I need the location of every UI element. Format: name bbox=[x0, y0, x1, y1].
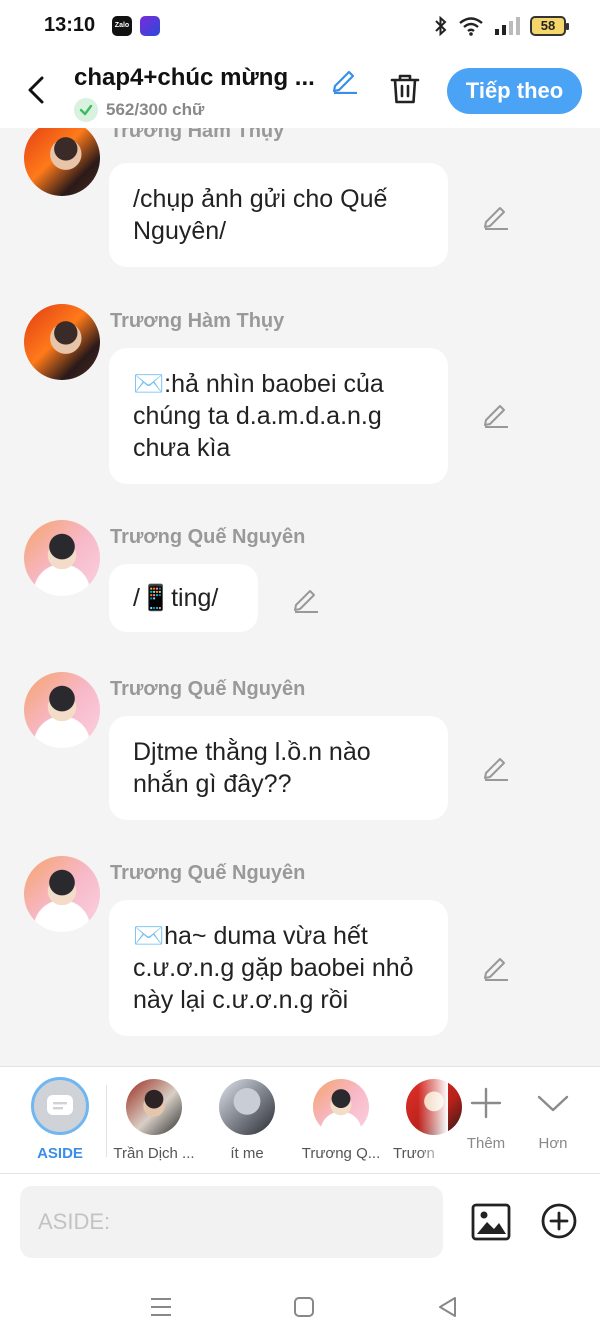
check-icon bbox=[74, 98, 98, 122]
message-bubble[interactable]: Djtme thằng l.ồ.n nào nhắn gì đây?? bbox=[109, 716, 448, 820]
word-count: 562/300 chữ bbox=[74, 98, 204, 122]
edit-title-pencil-icon[interactable] bbox=[330, 64, 360, 94]
trash-icon[interactable] bbox=[386, 70, 424, 108]
back-triangle-icon[interactable] bbox=[435, 1294, 461, 1320]
word-count-text: 562/300 chữ bbox=[106, 100, 205, 119]
status-bar: 13:10 Zalo 58 bbox=[0, 0, 600, 52]
home-square-icon[interactable] bbox=[291, 1294, 317, 1320]
scroll-fade bbox=[418, 1067, 448, 1173]
image-icon[interactable] bbox=[471, 1202, 511, 1242]
sender-name: Trương Hàm Thụy bbox=[110, 128, 285, 142]
message-bubble[interactable]: ✉️ha~ duma vừa hết c.ư.ơ.n.g gặp baobei … bbox=[109, 900, 448, 1036]
avatar[interactable] bbox=[24, 856, 100, 932]
menu-icon[interactable] bbox=[148, 1294, 174, 1320]
chevron-down-icon[interactable] bbox=[533, 1083, 573, 1123]
message-bubble[interactable]: /chụp ảnh gửi cho Quế Nguyên/ bbox=[109, 163, 448, 267]
bluetooth-icon bbox=[435, 15, 447, 37]
aside-button[interactable] bbox=[31, 1077, 89, 1135]
avatar[interactable] bbox=[24, 128, 100, 196]
next-button[interactable]: Tiếp theo bbox=[447, 68, 582, 114]
avatar[interactable] bbox=[24, 304, 100, 380]
edit-pencil-icon[interactable] bbox=[481, 751, 511, 781]
add-circle-icon[interactable] bbox=[540, 1202, 578, 1240]
app-notification-icon bbox=[140, 16, 160, 36]
sender-name: Trương Hàm Thụy bbox=[110, 310, 285, 332]
avatar[interactable] bbox=[24, 520, 100, 596]
sender-name: Trương Quế Nguyên bbox=[110, 526, 306, 548]
back-arrow-icon[interactable] bbox=[22, 72, 52, 108]
aside-chat-icon bbox=[47, 1095, 73, 1115]
plus-icon[interactable] bbox=[466, 1083, 506, 1123]
edit-pencil-icon[interactable] bbox=[481, 951, 511, 981]
edit-pencil-icon[interactable] bbox=[481, 398, 511, 428]
character-name[interactable]: ít me bbox=[207, 1145, 287, 1162]
battery-icon: 58 bbox=[530, 16, 569, 36]
signal-icon bbox=[495, 17, 520, 35]
character-avatar[interactable] bbox=[313, 1079, 369, 1135]
editor-header: chap4+chúc mừng ... 562/300 chữ Tiếp the… bbox=[0, 52, 600, 128]
more-label[interactable]: Hơn bbox=[523, 1135, 583, 1152]
wifi-icon bbox=[459, 17, 483, 36]
input-bar bbox=[0, 1174, 600, 1270]
message-bubble[interactable]: /📱ting/ bbox=[109, 564, 258, 632]
character-avatar[interactable] bbox=[126, 1079, 182, 1135]
page-title[interactable]: chap4+chúc mừng ... bbox=[74, 64, 324, 92]
chat-area[interactable]: Trương Hàm Thụy /chụp ảnh gửi cho Quế Ng… bbox=[0, 128, 600, 1066]
sender-name: Trương Quế Nguyên bbox=[110, 678, 306, 700]
zalo-icon: Zalo bbox=[112, 16, 132, 36]
aside-label: ASIDE bbox=[37, 1145, 83, 1162]
system-nav-bar bbox=[0, 1270, 600, 1343]
character-bar: ASIDE Trần Dịch ... ít me Trương Q... Tr… bbox=[0, 1066, 600, 1174]
edit-pencil-icon[interactable] bbox=[481, 200, 511, 230]
sender-name: Trương Quế Nguyên bbox=[110, 862, 306, 884]
aside-input[interactable] bbox=[20, 1186, 443, 1258]
divider bbox=[106, 1085, 107, 1157]
character-avatar[interactable] bbox=[219, 1079, 275, 1135]
status-icons: 58 bbox=[434, 14, 569, 38]
message-bubble[interactable]: ✉️:hả nhìn baobei của chúng ta d.a.m.d.a… bbox=[109, 348, 448, 484]
character-name[interactable]: Trương Q... bbox=[298, 1145, 384, 1162]
edit-pencil-icon[interactable] bbox=[291, 583, 321, 613]
status-time: 13:10 bbox=[44, 14, 96, 36]
avatar[interactable] bbox=[24, 672, 100, 748]
add-character-label[interactable]: Thêm bbox=[456, 1135, 516, 1152]
character-name[interactable]: Trần Dịch ... bbox=[110, 1145, 198, 1162]
